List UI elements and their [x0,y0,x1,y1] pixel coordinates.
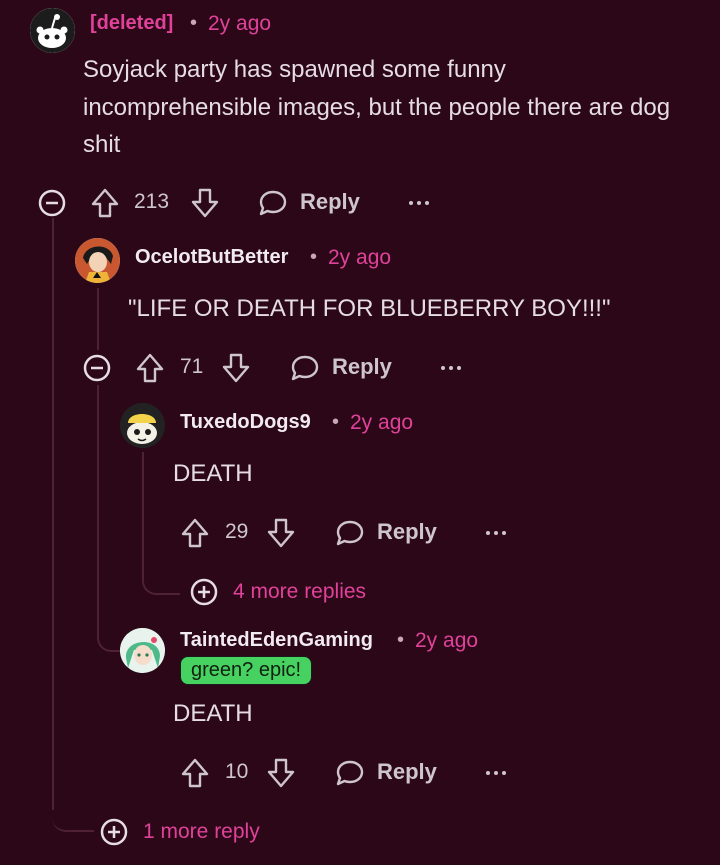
downvote-icon[interactable] [266,517,296,549]
thread-curve-level3-more [142,555,180,595]
upvote-icon[interactable] [180,517,210,549]
upvote-icon[interactable] [180,757,210,789]
username[interactable]: [deleted] [90,12,173,35]
collapse-icon[interactable] [83,354,111,382]
vote-count: 29 [225,520,249,543]
ellipsis-icon[interactable] [408,200,430,206]
avatar[interactable] [120,403,165,448]
upvote-icon[interactable] [90,187,120,219]
collapse-icon[interactable] [38,189,66,217]
thread-line-level2b [97,385,99,600]
separator-dot: • [332,411,340,433]
timestamp: 2y ago [415,629,479,652]
avatar[interactable] [30,8,75,53]
comment-body: "LIFE OR DEATH FOR BLUEBERRY BOY!!!" [128,295,611,322]
thread-curve-level1-more [52,780,94,832]
reply-icon[interactable] [335,758,365,788]
thread-line-level1 [52,218,54,810]
anime-character-avatar [75,238,120,283]
separator-dot: • [310,246,318,268]
timestamp: 2y ago [328,246,392,269]
timestamp: 2y ago [350,411,414,434]
reply-icon[interactable] [258,188,288,218]
downvote-icon[interactable] [266,757,296,789]
green-hair-avatar [120,628,165,673]
reply-icon[interactable] [290,353,320,383]
ellipsis-icon[interactable] [440,365,462,371]
comment-body: Soyjack party has spawned some funny inc… [83,56,671,158]
separator-dot: • [397,629,405,651]
expand-icon[interactable] [100,818,128,846]
reply-button[interactable]: Reply [300,189,360,215]
reply-button[interactable]: Reply [377,519,437,545]
timestamp: 2y ago [208,12,272,35]
comment-body: DEATH [173,460,253,487]
downvote-icon[interactable] [221,352,251,384]
separator-dot: • [190,12,198,34]
snoo-hat-avatar [120,403,165,448]
username[interactable]: OcelotButBetter [135,246,288,269]
vote-count: 10 [225,760,249,783]
expand-icon[interactable] [190,578,218,606]
username[interactable]: TuxedoDogs9 [180,411,311,434]
avatar[interactable] [120,628,165,673]
username[interactable]: TaintedEdenGaming [180,629,373,652]
downvote-icon[interactable] [190,187,220,219]
reddit-snoo-icon [30,8,75,53]
avatar[interactable] [75,238,120,283]
thread-line-level3 [142,452,144,560]
more-replies-link[interactable]: 4 more replies [233,580,366,604]
reply-icon[interactable] [335,518,365,548]
more-replies-link[interactable]: 1 more reply [143,820,260,844]
user-flair: green? epic! [180,656,313,685]
comment-body: DEATH [173,700,253,727]
upvote-icon[interactable] [135,352,165,384]
vote-count: 213 [134,190,170,213]
thread-line-level2 [97,288,99,350]
reply-button[interactable]: Reply [377,759,437,785]
reply-button[interactable]: Reply [332,354,392,380]
vote-count: 71 [180,355,204,378]
ellipsis-icon[interactable] [485,530,507,536]
thread-curve-level2-reply [97,600,121,652]
ellipsis-icon[interactable] [485,770,507,776]
